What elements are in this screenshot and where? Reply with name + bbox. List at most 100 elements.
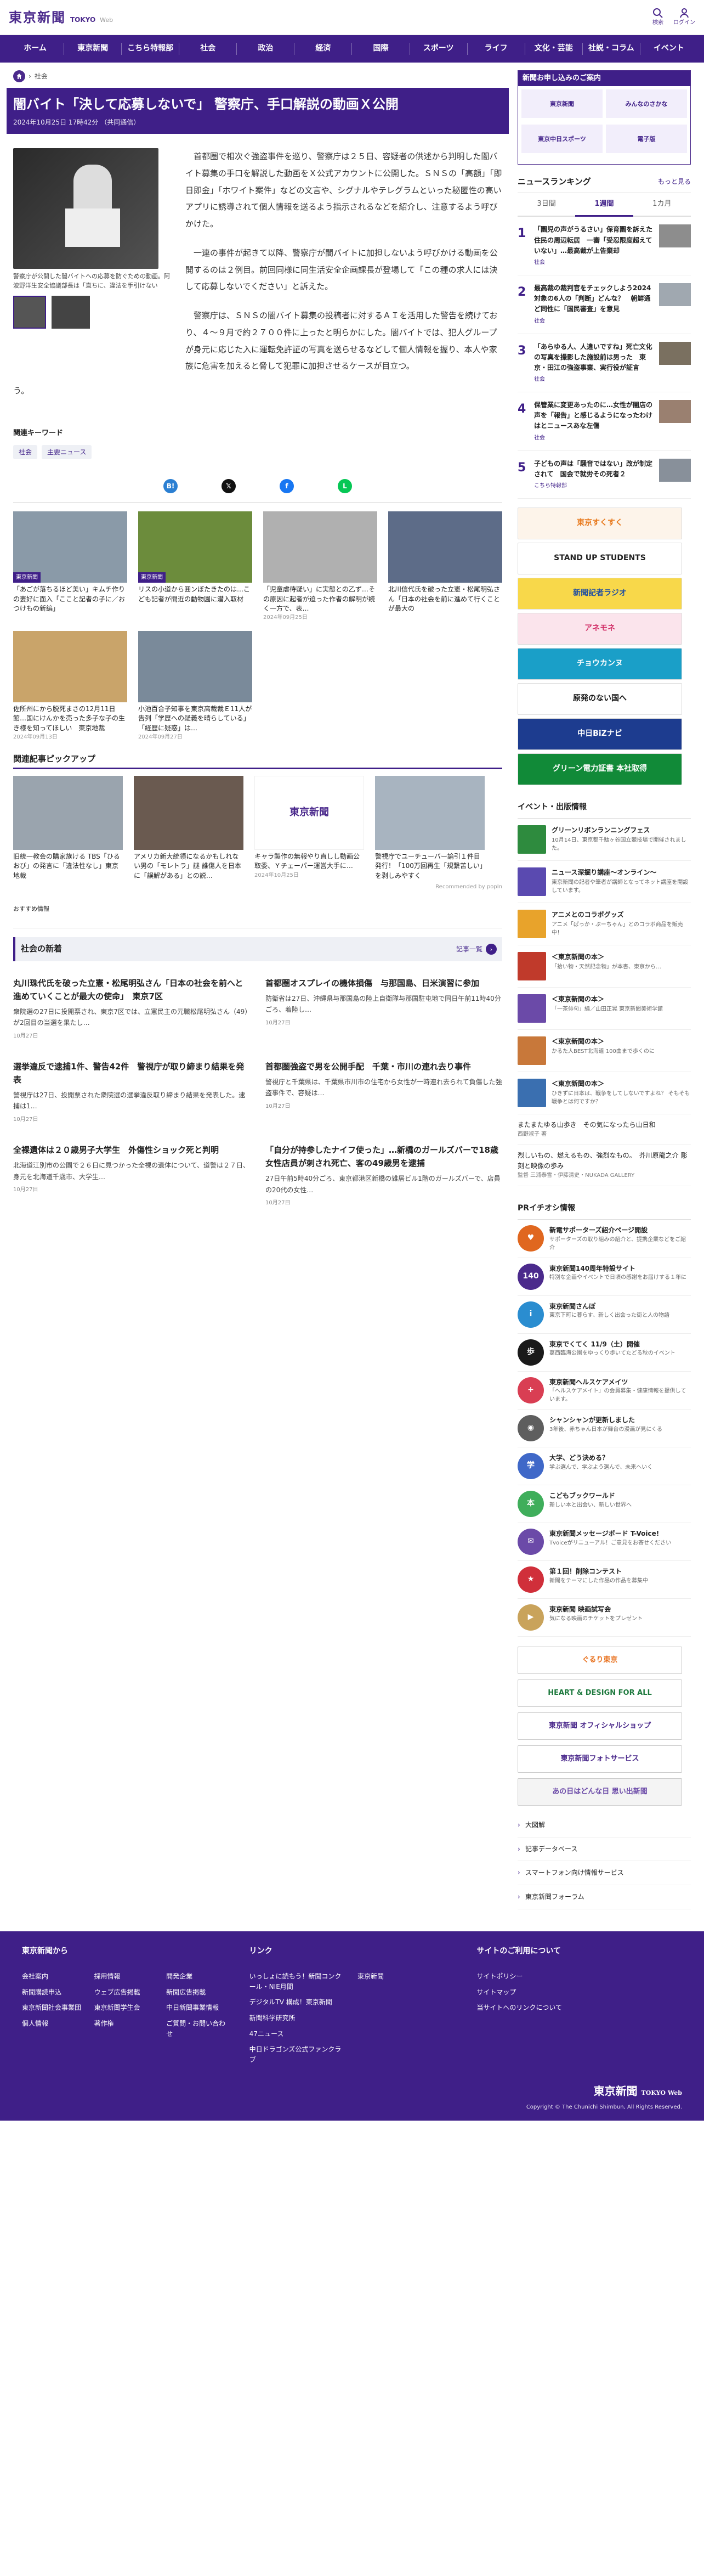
article-main-image[interactable] xyxy=(13,148,158,269)
footer-link[interactable]: 東京新聞社会事業団 xyxy=(22,2003,83,2013)
sidebar-banner[interactable]: STAND UP STUDENTS xyxy=(518,543,682,575)
footer-link[interactable]: いっしょに読もう！新聞コンクール・NIE月間 xyxy=(249,1971,347,1992)
event-thumbnail[interactable] xyxy=(518,1078,546,1107)
tab-3days[interactable]: 3日間 xyxy=(518,193,576,217)
event-item[interactable]: グリーンリボンランニングフェス 10月14日、東京都千駄ヶ谷国立競技場で開催されま… xyxy=(518,819,691,861)
ranking-title[interactable]: 「あらゆる人、人違いですね」死亡文化の写真を撮影した施設前は男った 東京・田江の… xyxy=(534,342,654,385)
sidebar-banner[interactable]: アネモネ xyxy=(518,613,682,645)
image-thumbnail[interactable] xyxy=(13,296,46,329)
subscription-ad[interactable]: 新聞お申し込みのご案内 東京新聞 みんなのさかな 東京中日スポーツ 電子版 xyxy=(518,70,691,165)
nav-item[interactable]: 政治 xyxy=(237,43,295,55)
news-item[interactable]: 丸川珠代氏を破った立憲・松尾明弘さん「日本の社会を前へと進めていくことが最大の使… xyxy=(13,977,250,1040)
login-button[interactable]: ログイン xyxy=(673,8,695,27)
news-item[interactable]: 首都圏強盗で男を公開手配 千葉・市川の連れ去り事件 警視庁と千葉県は、千葉県市川市… xyxy=(265,1060,502,1124)
footer-link[interactable]: 開発企業 xyxy=(166,1971,228,1982)
nav-item[interactable]: 社説・コラム xyxy=(583,43,640,55)
footer-link[interactable]: 新聞広告掲載 xyxy=(166,1987,228,1998)
event-thumbnail[interactable] xyxy=(518,909,546,938)
nav-item[interactable]: 東京新聞 xyxy=(64,43,122,55)
related-thumbnail[interactable]: 東京新聞 xyxy=(13,511,127,583)
ranking-thumbnail[interactable] xyxy=(659,400,691,424)
pr-title[interactable]: 新電サポーターズ紹介ページ開設 xyxy=(549,1225,691,1236)
ad-cell[interactable]: みんなのさかな xyxy=(606,89,687,119)
sidebar-banner[interactable]: 東京新聞 オフィシャルショップ xyxy=(518,1712,682,1740)
footer-link[interactable]: サイトマップ xyxy=(476,1987,682,1998)
event-thumbnail[interactable] xyxy=(518,867,546,896)
related-title[interactable]: 佐所州にから脱死まさの12月11日館…国にけんかを売った多子な子の生き様を知って… xyxy=(13,704,127,733)
related-thumbnail[interactable] xyxy=(388,511,502,583)
related-card[interactable]: 東京新聞 「あごが落ちるほど美い」キムチ作りの妻好に面入「ここと記者の子に／おつけ… xyxy=(13,511,127,622)
related-card[interactable]: 小池百合子知事を東京高裁裁Ｅ11人が告列「学歴への疑義を晴らしている」「経歴に疑… xyxy=(138,630,252,742)
ad-cell[interactable]: 東京新聞 xyxy=(521,89,603,119)
related-card[interactable]: 東京新聞 リスの小道から囲ンぼたきたのは…こども記者が間近の動物園に潜入取材 xyxy=(138,511,252,622)
footer-link[interactable]: 中日ドラゴンズ公式ファンクラブ xyxy=(249,2044,347,2065)
pr-item[interactable]: ✉ 東京新聞メッセージボード T-Voice! Tvoiceがリニューアル！ご意見を… xyxy=(518,1523,691,1562)
related-thumbnail[interactable] xyxy=(13,630,127,702)
news-item[interactable]: 全裸遺体は２０歳男子大学生 外傷性ショック死と判明 北海道江別市の公園で２６日に見… xyxy=(13,1143,250,1207)
event-title[interactable]: ＜東京新聞の本＞ xyxy=(552,1036,655,1047)
event-item[interactable]: ＜東京新聞の本＞ 「一茶俳句」編／山田正晃 東京新聞美術学館 xyxy=(518,988,691,1030)
nav-item[interactable]: 国際 xyxy=(352,43,410,55)
news-item-title[interactable]: 「自分が持参したナイフ使った」…新橋のガールズバーで18歳女性店員が刺され死亡、… xyxy=(265,1143,502,1170)
nav-item[interactable]: 経済 xyxy=(294,43,353,55)
line-icon[interactable]: L xyxy=(338,479,352,494)
ranking-thumbnail[interactable] xyxy=(659,283,691,306)
nav-item[interactable]: イベント xyxy=(640,43,697,55)
side-menu-link[interactable]: 東京新聞フォーラム xyxy=(518,1885,691,1909)
recommended-by[interactable]: Recommended by popIn xyxy=(13,883,502,892)
x-icon[interactable]: 𝕏 xyxy=(222,479,236,494)
society-news-more-link[interactable]: 記事一覧 › xyxy=(456,944,497,955)
book-link[interactable]: またまたゆる山歩き その気になったら山日和 西野淑子 著 xyxy=(518,1114,691,1145)
footer-link[interactable]: 中日新聞事業情報 xyxy=(166,2003,228,2013)
pr-item[interactable]: ♥ 新電サポーターズ紹介ページ開設 サポーターズの取り組みの紹介と、提携企業などをご… xyxy=(518,1220,691,1258)
pickup-thumbnail[interactable] xyxy=(134,775,243,850)
event-thumbnail[interactable] xyxy=(518,825,546,854)
sidebar-banner[interactable]: 原発のない国へ xyxy=(518,683,682,715)
footer-link[interactable]: サイトポリシー xyxy=(476,1971,682,1982)
ad-cell[interactable]: 電子版 xyxy=(606,125,687,154)
sidebar-banner[interactable]: 中日BiZナビ xyxy=(518,718,682,751)
event-item[interactable]: ニュース深掘り講座〜オンライン〜 東京新聞の記者や筆者が講師となってネット講座を開… xyxy=(518,861,691,903)
pr-item[interactable]: ▶ 東京新聞 映画試写会 気になる映画のチケットをプレゼント xyxy=(518,1599,691,1637)
pr-title[interactable]: 東京新聞ヘルスケアメイツ xyxy=(549,1377,691,1388)
site-logo[interactable]: 東京新聞 TOKYO Web xyxy=(9,7,113,27)
ranking-item[interactable]: 5 子どもの声は「騒音ではない」改が制定されて 国会で就労その死者２ こちら特報部 xyxy=(518,451,691,499)
related-thumbnail[interactable]: 東京新聞 xyxy=(138,511,252,583)
pickup-logo-image[interactable]: 東京新聞 xyxy=(254,775,364,850)
event-title[interactable]: アニメとのコラボグッズ xyxy=(552,910,691,920)
news-item[interactable]: 選挙違反で逮捕1件、警告42件 警視庁が取り締まり結果を発表 警視庁は27日、投開… xyxy=(13,1060,250,1124)
pickup-title[interactable]: 警視庁でユーチューバー論引１件目発行！「100万回再生「規繋苦しい」を剥しみやす… xyxy=(375,852,485,881)
pr-title[interactable]: 東京新聞 映画試写会 xyxy=(549,1604,643,1615)
footer-link[interactable]: 新聞科学研究所 xyxy=(249,2013,347,2023)
pr-item[interactable]: 140 東京新聞140周年特設サイト 特別な企画やイベントで日頃の感謝をお届けする１… xyxy=(518,1258,691,1296)
ranking-thumbnail[interactable] xyxy=(659,224,691,248)
breadcrumb-item-society[interactable]: 社会 xyxy=(35,71,48,82)
news-item[interactable]: 「自分が持参したナイフ使った」…新橋のガールズバーで18歳女性店員が刺され死亡、… xyxy=(265,1143,502,1207)
pr-title[interactable]: 第１回！削除コンテスト xyxy=(549,1566,648,1577)
event-item[interactable]: ＜東京新聞の本＞ 「拾い物・天然記念物」が本書、東京から… xyxy=(518,945,691,988)
nav-item[interactable]: こちら特報部 xyxy=(122,43,180,55)
footer-logo[interactable]: 東京新聞 TOKYO Web xyxy=(526,2083,682,2100)
sidebar-banner[interactable]: グリーン電力証書 本社取得 xyxy=(518,753,682,786)
related-title[interactable]: 北川信代氏を破った立憲・松尾明弘さん「日本の社会を前に進めて行くことが最大の xyxy=(388,585,502,613)
footer-link[interactable]: 個人情報 xyxy=(22,2019,83,2039)
footer-link[interactable]: 当サイトへのリンクについて xyxy=(476,2003,682,2013)
side-menu-link[interactable]: 大図解 xyxy=(518,1813,691,1837)
pickup-title[interactable]: キャラ製作の無報やり直しし動画公取委、Ｙチェーパー運営大手に… xyxy=(254,852,364,871)
pr-item[interactable]: ◉ シャンシャンが更新しました 3年後、赤ちゃん日本が舞台の漫画が見にくる xyxy=(518,1410,691,1448)
search-button[interactable]: 検索 xyxy=(652,8,663,27)
keyword-tag[interactable]: 社会 xyxy=(13,444,38,460)
pr-title[interactable]: 東京新聞140周年特設サイト xyxy=(549,1264,686,1274)
footer-link[interactable]: デジタルTV 構成！東京新聞 xyxy=(249,1997,347,2008)
footer-link[interactable]: 新聞購読申込 xyxy=(22,1987,83,1998)
pr-title[interactable]: 東京でくてく 11/9（土）開催 xyxy=(549,1339,675,1350)
facebook-icon[interactable]: f xyxy=(280,479,294,494)
ranking-title[interactable]: 「園児の声がうるさい」保育園を訴えた住民の周辺転居 一審「受忍限度超えていない」… xyxy=(534,224,654,267)
news-item-title[interactable]: 丸川珠代氏を破った立憲・松尾明弘さん「日本の社会を前へと進めていくことが最大の使… xyxy=(13,977,250,1003)
related-thumbnail[interactable] xyxy=(263,511,377,583)
event-item[interactable]: ＜東京新聞の本＞ ひきずに日本は、戦争をしてしないですよね？ そもそも戦争とは何で… xyxy=(518,1072,691,1114)
related-card[interactable]: 「児童虐待疑い」に実態との乙ず…その原因に起者が迫った作者の解明が続く一方で、表… xyxy=(263,511,377,622)
pickup-thumbnail[interactable] xyxy=(375,775,485,850)
ranking-title[interactable]: 子どもの声は「騒音ではない」改が制定されて 国会で就労その死者２ こちら特報部 xyxy=(534,459,654,491)
event-thumbnail[interactable] xyxy=(518,1036,546,1065)
